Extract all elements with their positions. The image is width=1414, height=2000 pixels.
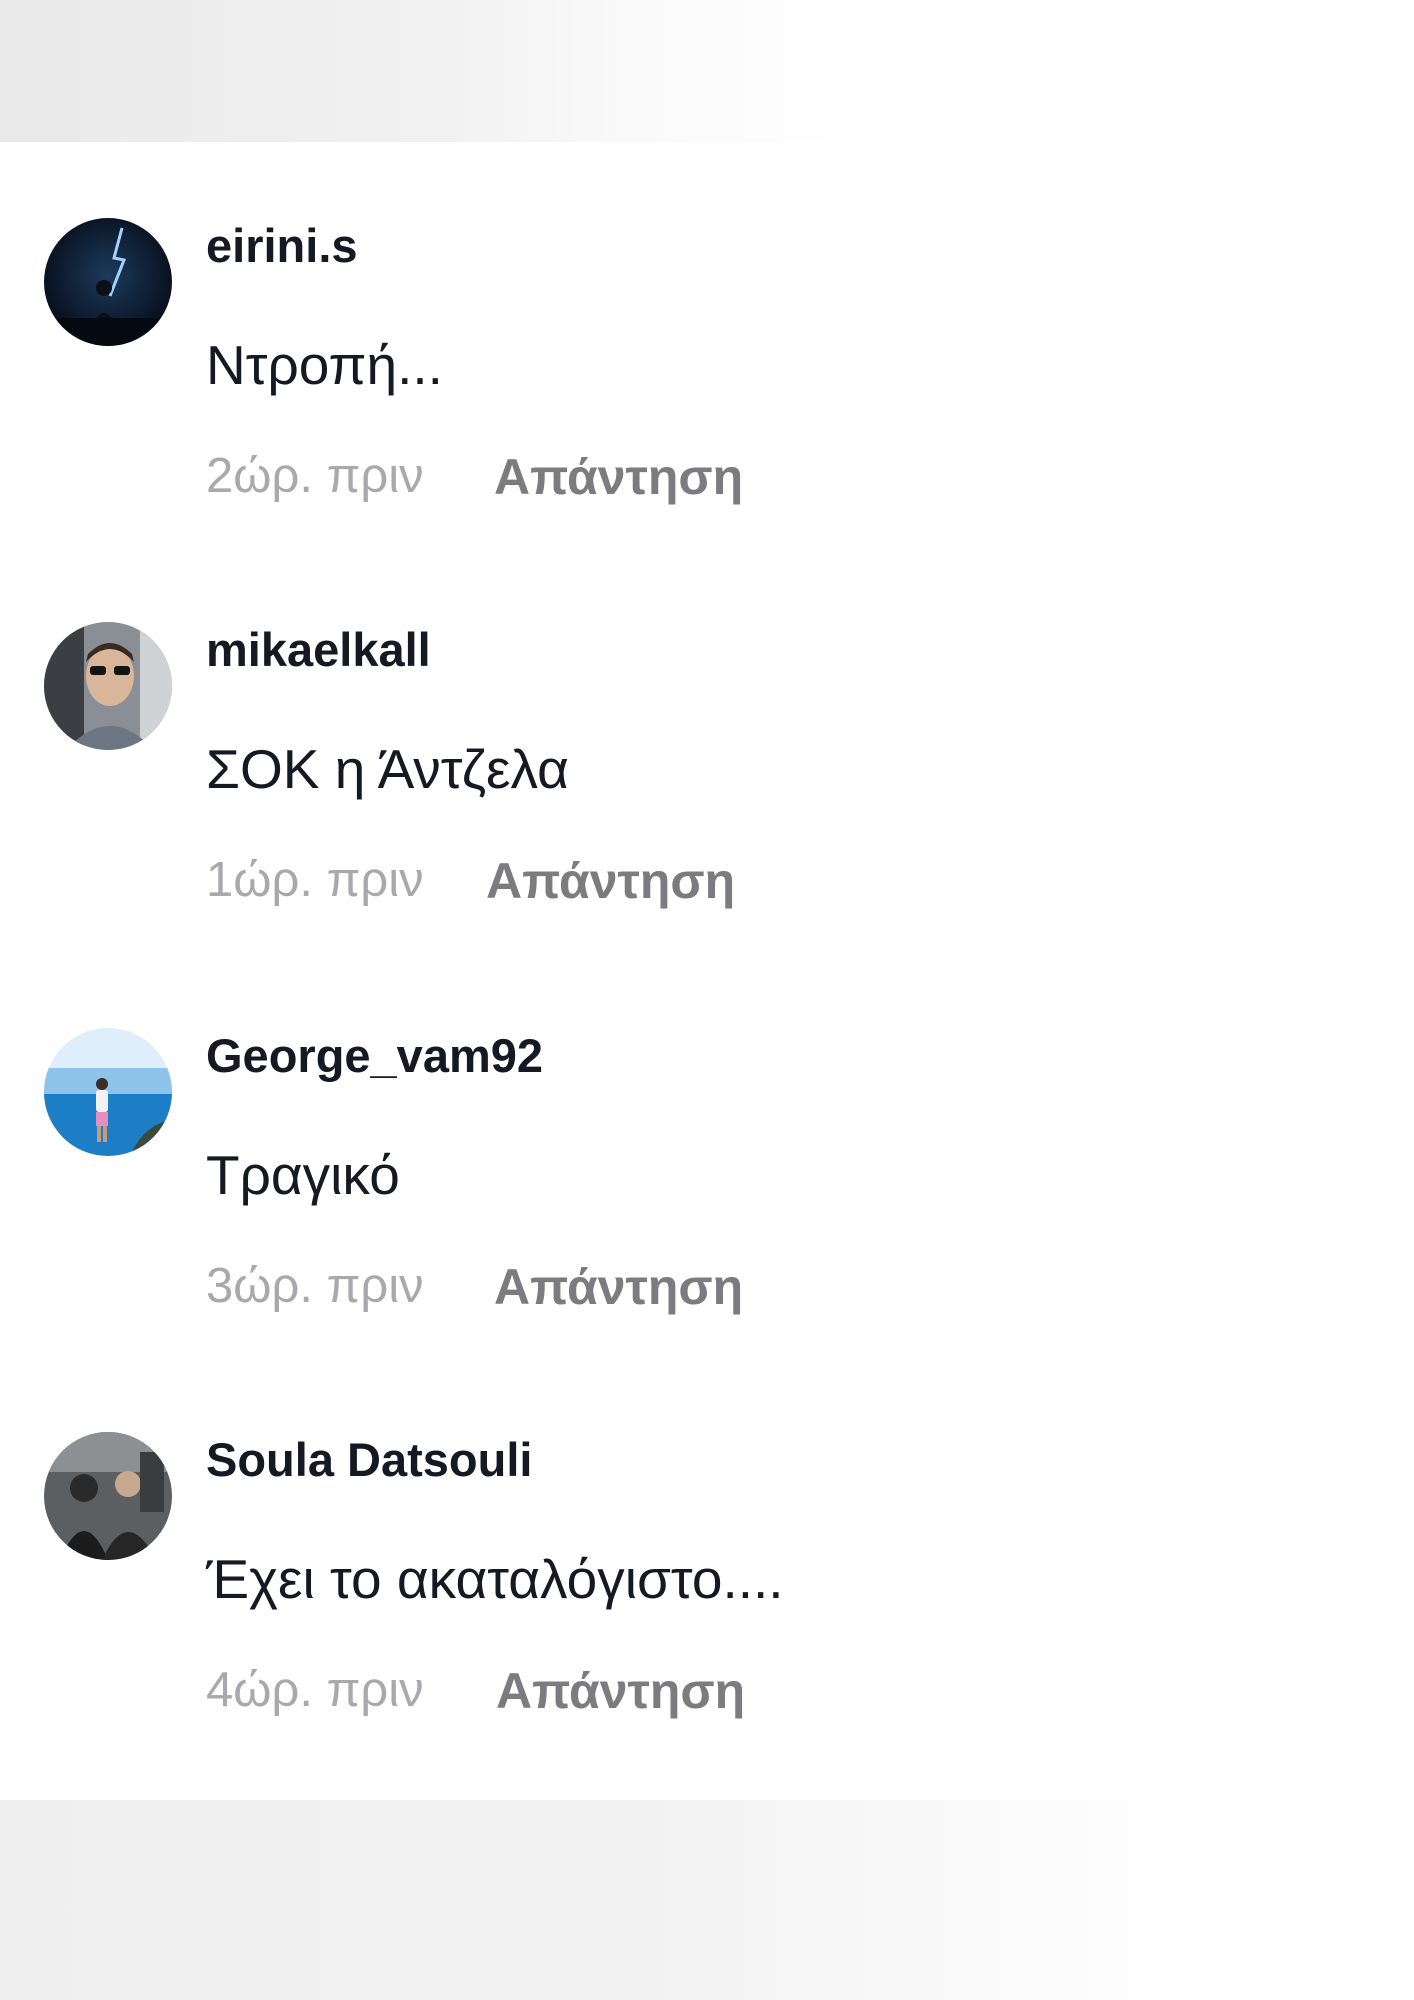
man-sunglasses-car-avatar[interactable] — [44, 622, 172, 750]
reply-button[interactable]: Απάντηση — [486, 856, 735, 906]
comment-username[interactable]: Soula Datsouli — [206, 1436, 532, 1483]
comment-timestamp: 2ώρ. πριν — [206, 449, 424, 503]
comment-text: Ντροπή... — [206, 334, 443, 396]
comment-timestamp: 4ώρ. πριν — [206, 1663, 424, 1717]
comment-username[interactable]: eirini.s — [206, 222, 358, 269]
comment-list: eirini.s Ντροπή... 2ώρ. πριν Απάντηση mi… — [0, 142, 1414, 1800]
comment-timestamp: 3ώρ. πριν — [206, 1259, 424, 1313]
comment-item: Soula Datsouli Έχει το ακαταλόγιστο.... … — [0, 1428, 1414, 1728]
comment-item: George_vam92 Τραγικό 3ώρ. πριν Απάντηση — [0, 1024, 1414, 1324]
dark-group-photo-avatar[interactable] — [44, 1432, 172, 1560]
comment-username[interactable]: George_vam92 — [206, 1032, 543, 1079]
comment-text: Τραγικό — [206, 1144, 400, 1206]
bottom-shaded-area — [0, 1800, 1414, 2000]
reply-button[interactable]: Απάντηση — [494, 1262, 743, 1312]
comment-username[interactable]: mikaelkall — [206, 626, 431, 673]
reply-button[interactable]: Απάντηση — [496, 1666, 745, 1716]
night-lightning-figure-avatar[interactable] — [44, 218, 172, 346]
comment-text: Έχει το ακαταλόγιστο.... — [206, 1548, 784, 1610]
comment-text: ΣΟΚ η Άντζελα — [206, 738, 569, 800]
person-by-sea-avatar[interactable] — [44, 1028, 172, 1156]
comment-timestamp: 1ώρ. πριν — [206, 853, 424, 907]
top-shaded-area — [0, 0, 1414, 142]
comment-item: eirini.s Ντροπή... 2ώρ. πριν Απάντηση — [0, 214, 1414, 514]
comment-item: mikaelkall ΣΟΚ η Άντζελα 1ώρ. πριν Απάντ… — [0, 618, 1414, 918]
reply-button[interactable]: Απάντηση — [494, 452, 743, 502]
